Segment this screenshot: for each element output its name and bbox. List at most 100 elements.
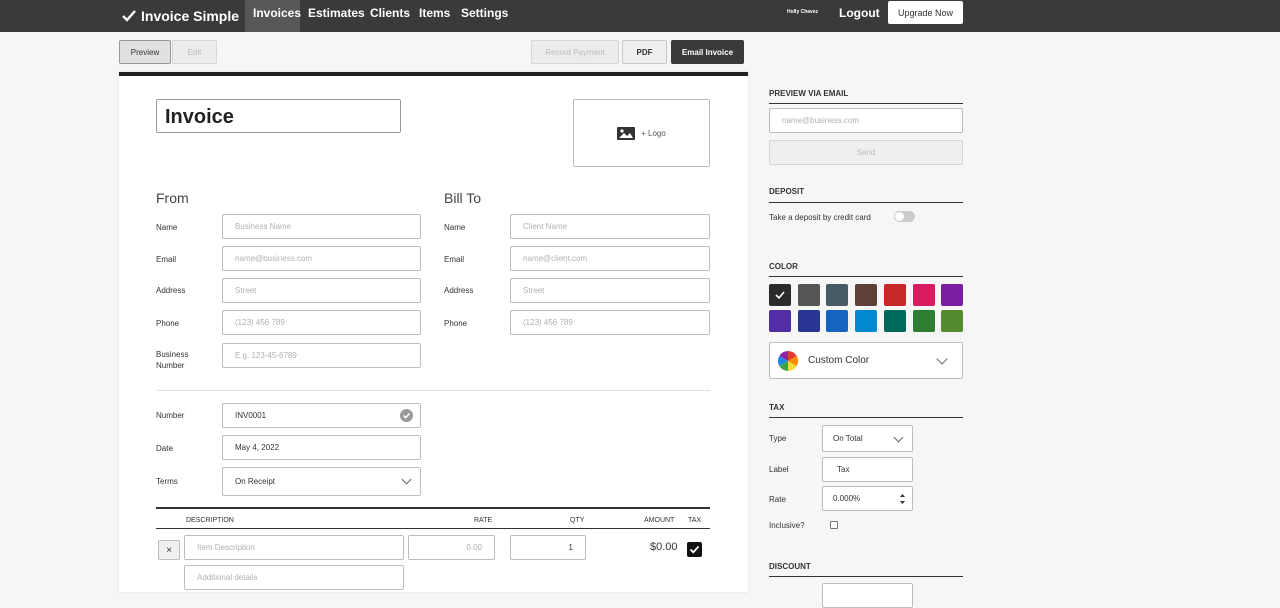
nav-invoices[interactable]: Invoices <box>245 0 301 32</box>
col-description: DESCRIPTION <box>186 517 234 524</box>
invoice-title-input[interactable]: Invoice <box>156 99 401 133</box>
billto-email-label: Email <box>444 255 465 264</box>
color-swatch[interactable] <box>912 284 935 306</box>
business-number-label: Business Number <box>156 349 188 371</box>
invoice-number-value: INV0001 <box>235 411 267 420</box>
color-swatch[interactable] <box>769 310 791 332</box>
item-details-input[interactable]: Additional details <box>184 565 404 590</box>
check-icon <box>775 291 785 300</box>
billto-name-label: Name <box>444 223 466 232</box>
image-icon <box>617 126 636 140</box>
from-phone-label: Phone <box>156 319 180 328</box>
custom-color-select[interactable]: Custom Color <box>769 342 963 379</box>
nav-settings[interactable]: Settings <box>461 0 508 32</box>
color-swatch[interactable] <box>797 310 820 332</box>
date-input[interactable]: May 4, 2022 <box>222 435 421 460</box>
section-divider <box>156 390 710 391</box>
color-swatch[interactable] <box>883 310 906 332</box>
business-number-label-line1: Business <box>156 350 189 359</box>
color-swatch[interactable] <box>826 310 849 332</box>
tax-rate-input[interactable]: 0.000% <box>822 486 913 511</box>
from-name-input[interactable]: Business Name <box>222 214 421 239</box>
tax-inclusive-checkbox[interactable] <box>830 521 838 529</box>
stepper-icon[interactable] <box>899 491 906 507</box>
color-swatch[interactable] <box>855 284 878 306</box>
color-rule <box>769 276 963 277</box>
items-table-top-rule <box>156 507 710 509</box>
color-swatch[interactable] <box>826 284 849 306</box>
from-heading: From <box>156 190 189 206</box>
item-qty-input[interactable]: 1 <box>510 535 586 560</box>
from-phone-input[interactable]: (123) 456 789 <box>222 310 421 335</box>
discount-type-select[interactable] <box>822 583 913 608</box>
add-logo-button[interactable]: + Logo <box>573 99 710 167</box>
remove-item-button[interactable]: × <box>158 540 180 560</box>
tax-type-value: On Total <box>833 434 863 443</box>
from-email-input[interactable]: name@business.com <box>222 246 421 271</box>
terms-label: Terms <box>156 477 178 486</box>
deposit-text: Take a deposit by credit card <box>769 213 871 222</box>
color-heading: COLOR <box>769 262 798 271</box>
custom-color-label: Custom Color <box>808 355 870 366</box>
billto-address-label: Address <box>444 286 474 295</box>
chevron-down-icon <box>893 432 904 443</box>
tax-label-input[interactable]: Tax <box>822 457 913 482</box>
deposit-rule <box>769 202 963 203</box>
tax-type-select[interactable]: On Total <box>822 425 913 452</box>
from-name-label: Name <box>156 223 178 232</box>
discount-rule <box>769 576 963 577</box>
color-swatch[interactable] <box>883 284 906 306</box>
col-qty: QTY <box>570 517 585 524</box>
record-payment-button[interactable]: Record Payment <box>531 40 619 64</box>
upgrade-button[interactable]: Upgrade Now <box>888 1 963 24</box>
terms-select[interactable]: On Receipt <box>222 467 421 496</box>
color-swatch[interactable] <box>797 284 820 306</box>
color-swatch[interactable] <box>941 310 964 332</box>
billto-address-input[interactable]: Street <box>510 278 710 303</box>
top-navbar: Invoice Simple Invoices Estimates Client… <box>0 0 1280 32</box>
tax-type-label: Type <box>769 434 787 443</box>
business-number-input[interactable]: E.g. 123-45-6789 <box>222 343 421 368</box>
invoice-number-input[interactable]: INV0001 <box>222 403 421 428</box>
col-amount: AMOUNT <box>644 517 675 524</box>
nav-clients[interactable]: Clients <box>370 0 410 32</box>
nav-estimates[interactable]: Estimates <box>308 0 365 32</box>
color-swatch[interactable] <box>855 310 878 332</box>
from-address-label: Address <box>156 286 186 295</box>
billto-name-input[interactable]: Client Name <box>510 214 710 239</box>
color-swatch[interactable] <box>941 284 964 306</box>
preview-email-input[interactable]: name@business.com <box>769 108 963 133</box>
color-swatch[interactable] <box>912 310 935 332</box>
logout-link[interactable]: Logout <box>839 6 880 20</box>
tax-inclusive-label: Inclusive? <box>769 521 805 530</box>
item-amount: $0.00 <box>650 541 678 553</box>
deposit-toggle[interactable] <box>894 211 915 222</box>
billto-email-input[interactable]: name@client.com <box>510 246 710 271</box>
number-label: Number <box>156 411 185 420</box>
user-name[interactable]: Holly Chavez <box>787 9 818 15</box>
email-invoice-button[interactable]: Email Invoice <box>671 40 744 64</box>
preview-email-heading: PREVIEW VIA EMAIL <box>769 89 849 98</box>
send-button[interactable]: Send <box>769 140 963 165</box>
color-swatch[interactable] <box>769 284 791 306</box>
invoice-document: Invoice + Logo From Name Business Name E… <box>119 72 748 592</box>
tax-rate-label: Rate <box>769 495 786 504</box>
item-tax-checkbox[interactable] <box>687 542 702 557</box>
item-rate-input[interactable]: 0.00 <box>408 535 495 560</box>
chevron-down-icon <box>936 353 948 365</box>
brand-name: Invoice Simple <box>141 8 240 24</box>
tax-label-label: Label <box>769 465 789 474</box>
color-wheel-icon <box>778 350 798 371</box>
billto-phone-input[interactable]: (123) 456 789 <box>510 310 710 335</box>
nav-items[interactable]: Items <box>419 0 450 32</box>
edit-button[interactable]: Edit <box>172 40 217 64</box>
deposit-heading: DEPOSIT <box>769 187 805 196</box>
preview-button[interactable]: Preview <box>119 40 171 64</box>
col-tax: TAX <box>688 517 702 524</box>
tax-rule <box>769 417 963 418</box>
pdf-button[interactable]: PDF <box>622 40 667 64</box>
checkmark-icon <box>122 10 136 22</box>
item-description-input[interactable]: Item Description <box>184 535 404 560</box>
from-address-input[interactable]: Street <box>222 278 421 303</box>
brand-logo[interactable]: Invoice Simple <box>122 4 239 28</box>
